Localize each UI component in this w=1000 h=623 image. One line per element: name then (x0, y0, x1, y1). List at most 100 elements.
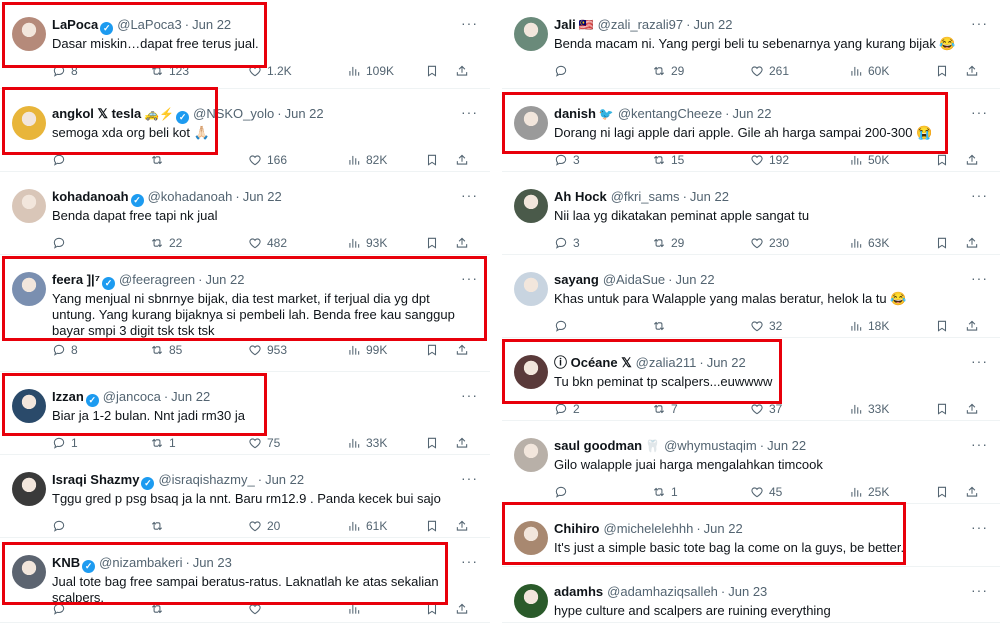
author-name[interactable]: Ah Hock (554, 189, 607, 204)
tweet-date[interactable]: Jun 22 (205, 272, 244, 287)
author-handle[interactable]: @nizambakeri (99, 555, 182, 570)
more-icon[interactable]: ··· (461, 15, 478, 31)
tweet-card[interactable]: Jali 🇲🇾 @zali_razali97 · Jun 22 ··· Benda maca… (502, 0, 1000, 89)
author-name[interactable]: Izzan (52, 389, 84, 404)
retweet-button[interactable]: 1 (652, 483, 678, 501)
views-button[interactable]: 61K (347, 517, 387, 535)
author-handle[interactable]: @fkri_sams (611, 189, 680, 204)
more-icon[interactable]: ··· (971, 104, 988, 120)
share-button[interactable] (965, 483, 984, 501)
tweet-date[interactable]: Jun 22 (767, 438, 806, 453)
more-icon[interactable]: ··· (971, 519, 988, 535)
tweet-date[interactable]: Jun 22 (265, 472, 304, 487)
bookmark-button[interactable] (425, 234, 444, 252)
author-handle[interactable]: @LaPoca3 (117, 17, 182, 32)
like-button[interactable]: 37 (750, 400, 782, 418)
author-name[interactable]: LaPoca (52, 17, 98, 32)
more-icon[interactable]: ··· (461, 470, 478, 486)
tweet-card[interactable]: ⓘ Océane 𝕏 @zalia211 · Jun 22 ··· Tu bkn pemi… (502, 338, 1000, 421)
avatar[interactable] (12, 17, 46, 51)
like-button[interactable]: 1.2K (248, 62, 292, 80)
author-handle[interactable]: @feeragreen (119, 272, 195, 287)
views-button[interactable]: 82K (347, 151, 387, 169)
author-name[interactable]: angkol 𝕏 tesla (52, 106, 141, 121)
share-button[interactable] (965, 400, 984, 418)
retweet-button[interactable]: 29 (652, 62, 684, 80)
author-handle[interactable]: @AidaSue (603, 272, 665, 287)
like-button[interactable]: 953 (248, 341, 287, 359)
avatar[interactable] (12, 555, 46, 589)
avatar[interactable] (12, 272, 46, 306)
retweet-button[interactable]: 7 (652, 400, 678, 418)
retweet-button[interactable] (150, 517, 169, 535)
tweet-card[interactable]: KNB ✓ @nizambakeri · Jun 23 ··· Jual tote bag … (0, 538, 490, 623)
author-name[interactable]: ⓘ Océane 𝕏 (554, 355, 632, 370)
reply-button[interactable]: 1 (52, 434, 78, 452)
avatar[interactable] (514, 17, 548, 51)
bookmark-button[interactable] (935, 62, 954, 80)
tweet-card[interactable]: angkol 𝕏 tesla 🚕⚡ ✓ @NSKO_yolo · Jun 22 ··· sem… (0, 89, 490, 172)
retweet-button[interactable] (150, 151, 169, 169)
tweet-card[interactable]: feera ]|⁷ ✓ @feeragreen · Jun 22 ··· Yang menj… (0, 255, 490, 372)
reply-button[interactable] (52, 151, 71, 169)
tweet-date[interactable]: Jun 23 (193, 555, 232, 570)
bookmark-button[interactable] (425, 151, 444, 169)
reply-button[interactable] (554, 317, 573, 335)
author-handle[interactable]: @michelelehhh (604, 521, 694, 536)
like-button[interactable]: 230 (750, 234, 789, 252)
views-button[interactable]: 93K (347, 234, 387, 252)
bookmark-button[interactable] (935, 151, 954, 169)
like-button[interactable]: 482 (248, 234, 287, 252)
tweet-card[interactable]: Ah Hock @fkri_sams · Jun 22 ··· Nii laa yg di… (502, 172, 1000, 255)
tweet-date[interactable]: Jun 22 (243, 189, 282, 204)
reply-button[interactable] (52, 600, 71, 618)
reply-button[interactable] (52, 517, 71, 535)
author-name[interactable]: Chihiro (554, 521, 600, 536)
author-handle[interactable]: @israqishazmy_ (158, 472, 254, 487)
author-handle[interactable]: @whymustaqim (664, 438, 757, 453)
share-button[interactable] (455, 341, 474, 359)
avatar[interactable] (514, 106, 548, 140)
reply-button[interactable] (554, 483, 573, 501)
author-handle[interactable]: @kohadanoah (148, 189, 233, 204)
author-handle[interactable]: @kentangCheeze (618, 106, 722, 121)
author-name[interactable]: kohadanoah (52, 189, 129, 204)
bookmark-button[interactable] (425, 341, 444, 359)
author-name[interactable]: KNB (52, 555, 80, 570)
views-button[interactable]: 25K (849, 483, 889, 501)
like-button[interactable]: 20 (248, 517, 280, 535)
tweet-card[interactable]: Izzan ✓ @jancoca · Jun 22 ··· Biar ja 1-2 bula… (0, 372, 490, 455)
author-handle[interactable]: @zalia211 (636, 355, 697, 370)
views-button[interactable]: 50K (849, 151, 889, 169)
tweet-card[interactable]: adamhs @adamhaziqsalleh · Jun 23 ··· hype cul… (502, 567, 1000, 623)
more-icon[interactable]: ··· (461, 104, 478, 120)
reply-button[interactable] (554, 62, 573, 80)
reply-button[interactable]: 3 (554, 151, 580, 169)
share-button[interactable] (965, 62, 984, 80)
bookmark-button[interactable] (935, 317, 954, 335)
bookmark-button[interactable] (425, 62, 444, 80)
more-icon[interactable]: ··· (461, 387, 478, 403)
bookmark-button[interactable] (425, 434, 444, 452)
avatar[interactable] (12, 189, 46, 223)
author-name[interactable]: saul goodman (554, 438, 642, 453)
share-button[interactable] (965, 317, 984, 335)
tweet-date[interactable]: Jun 22 (676, 272, 715, 287)
share-button[interactable] (965, 151, 984, 169)
bookmark-button[interactable] (935, 483, 954, 501)
tweet-date[interactable]: Jun 22 (732, 106, 771, 121)
tweet-card[interactable]: saul goodman 🦷 @whymustaqim · Jun 22 ··· Gilo … (502, 421, 1000, 504)
more-icon[interactable]: ··· (971, 187, 988, 203)
author-handle[interactable]: @NSKO_yolo (193, 106, 274, 121)
views-button[interactable]: 60K (849, 62, 889, 80)
author-name[interactable]: Israqi Shazmy (52, 472, 139, 487)
author-handle[interactable]: @adamhaziqsalleh (607, 584, 718, 599)
share-button[interactable] (455, 62, 474, 80)
tweet-date[interactable]: Jun 22 (707, 355, 746, 370)
more-icon[interactable]: ··· (461, 270, 478, 286)
author-handle[interactable]: @zali_razali97 (598, 17, 683, 32)
retweet-button[interactable] (652, 317, 671, 335)
like-button[interactable] (248, 600, 267, 618)
more-icon[interactable]: ··· (971, 436, 988, 452)
avatar[interactable] (514, 521, 548, 555)
